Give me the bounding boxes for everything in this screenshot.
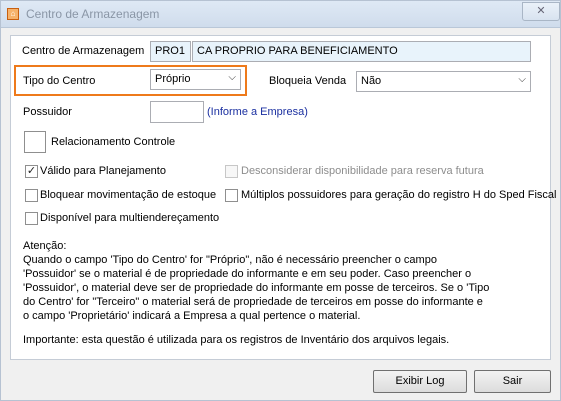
valido-planejamento-label: Válido para Planejamento — [40, 165, 166, 177]
bloqueia-label: Bloqueia Venda — [269, 75, 347, 87]
centro-label: Centro de Armazenagem — [22, 45, 145, 57]
relacionamento-label: Relacionamento Controle — [51, 136, 176, 148]
title-bar[interactable]: ⌂ Centro de Armazenagem ✕ — [1, 1, 560, 28]
multiplos-possuidores-checkbox[interactable] — [225, 189, 238, 202]
note-line: Quando o campo 'Tipo do Centro' for "Pró… — [23, 254, 437, 266]
note-line: 'Possuidor', o material deve ser de prop… — [23, 282, 490, 294]
possuidor-field[interactable] — [150, 101, 204, 123]
centro-description-field[interactable]: CA PROPRIO PARA BENEFICIAMENTO — [192, 41, 531, 62]
tipo-select-value: Próprio — [155, 73, 191, 85]
desconsiderar-label: Desconsiderar disponibilidade para reser… — [241, 165, 484, 177]
tipo-label: Tipo do Centro — [23, 75, 96, 87]
multienderecamento-label: Disponível para multiendereçamento — [40, 212, 220, 224]
bloqueia-select-value: Não — [361, 75, 382, 87]
note-line: 'Possuidor' se o material é de proprieda… — [23, 268, 472, 280]
note-line: o campo 'Proprietário' indicará a Empres… — [23, 310, 361, 322]
close-button[interactable]: ✕ — [522, 2, 560, 21]
multiplos-possuidores-label: Múltiplos possuidores para geração do re… — [241, 189, 557, 201]
bloquear-movimentacao-label: Bloquear movimentação de estoque — [40, 189, 217, 201]
chevron-down-icon: ⌵ — [518, 74, 526, 85]
note-attention-heading: Atenção: — [23, 240, 67, 252]
bloquear-movimentacao-checkbox[interactable] — [25, 189, 38, 202]
window-title: Centro de Armazenagem — [26, 7, 160, 21]
dialog-window: ⌂ Centro de Armazenagem ✕ Centro de Arma… — [0, 0, 561, 401]
chevron-down-icon: ⌵ — [228, 72, 236, 83]
tipo-select[interactable]: Próprio ⌵ — [150, 69, 241, 90]
note-line: do Centro' for "Terceiro" o material ser… — [23, 296, 483, 308]
sair-button[interactable]: Sair — [474, 370, 551, 393]
bloqueia-select[interactable]: Não ⌵ — [356, 71, 531, 92]
app-icon: ⌂ — [7, 8, 19, 20]
exibir-log-button[interactable]: Exibir Log — [373, 370, 467, 393]
relacionamento-box[interactable] — [24, 131, 46, 153]
multienderecamento-checkbox[interactable] — [25, 212, 38, 225]
possuidor-label: Possuidor — [23, 106, 72, 118]
desconsiderar-checkbox[interactable] — [225, 165, 238, 178]
note-important: Importante: esta questão é utilizada par… — [23, 334, 450, 346]
valido-planejamento-checkbox[interactable]: ✓ — [25, 165, 38, 178]
centro-code-field[interactable]: PRO1 — [150, 41, 191, 62]
possuidor-hint-link[interactable]: (Informe a Empresa) — [207, 106, 308, 118]
